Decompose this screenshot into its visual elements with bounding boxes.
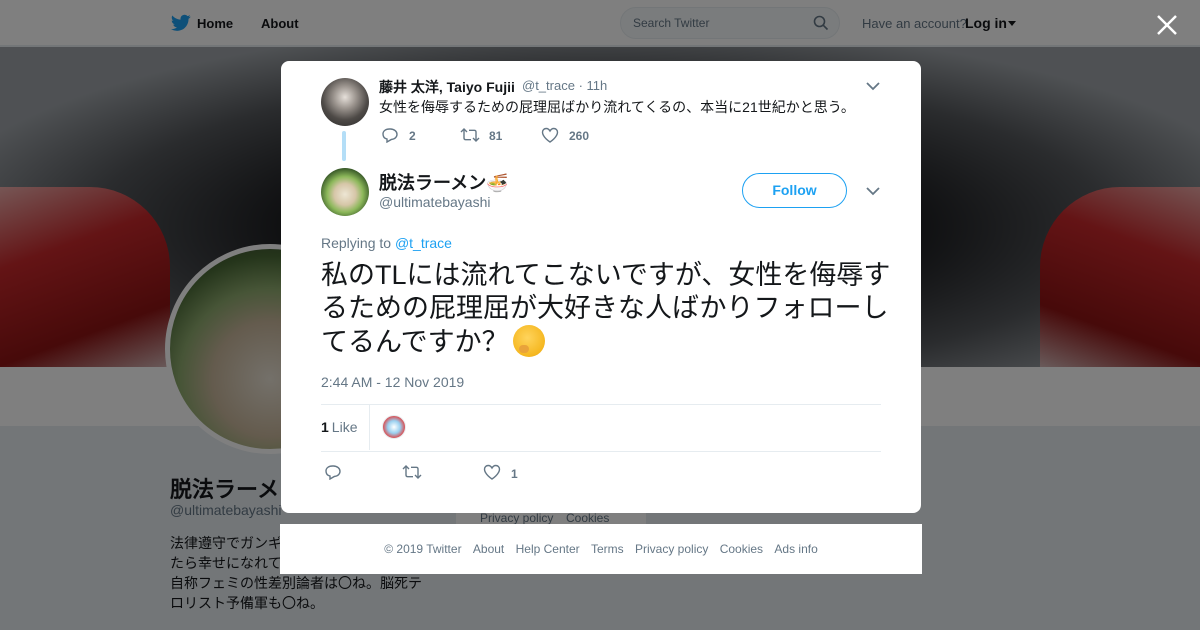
replying-to: Replying to @t_trace (321, 235, 452, 251)
parent-reply-count: 2 (409, 129, 416, 143)
heart-icon (483, 464, 501, 480)
main-tweet-handle[interactable]: @ultimatebayashi (379, 194, 491, 210)
chevron-down-icon[interactable] (866, 81, 880, 91)
parent-retweet-count: 81 (489, 129, 503, 143)
parent-tweet-text: 女性を侮辱するための屁理屈ばかり流れてくるの、本当に21世紀かと思う。 (379, 99, 855, 115)
parent-retweet-action[interactable]: 81 (460, 128, 520, 144)
retweet-icon (402, 465, 422, 479)
footer-privacy-link[interactable]: Privacy policy (635, 542, 708, 556)
likes-label: Like (331, 419, 358, 435)
footer-links: © 2019 Twitter About Help Center Terms P… (280, 542, 922, 556)
like-button[interactable]: 1 (483, 464, 533, 482)
divider (321, 404, 881, 405)
modal-footer: © 2019 Twitter About Help Center Terms P… (280, 524, 922, 574)
parent-tweet-handle[interactable]: @t_trace (522, 78, 575, 93)
like-count: 1 (511, 467, 518, 481)
parent-tweet-meta: @t_trace · 11h (522, 78, 607, 93)
replying-prefix: Replying to (321, 235, 392, 251)
copyright-text: © 2019 Twitter (384, 542, 462, 556)
footer-terms-link[interactable]: Terms (591, 542, 624, 556)
parent-reply-action[interactable]: 2 (381, 128, 421, 144)
close-icon[interactable] (1154, 12, 1180, 38)
thinking-emoji-icon (512, 325, 545, 357)
likes-count: 1 (321, 419, 329, 435)
retweet-icon (460, 128, 480, 142)
retweet-button[interactable] (402, 464, 432, 482)
tweet-timestamp[interactable]: 2:44 AM - 12 Nov 2019 (321, 374, 464, 390)
main-tweet-text-block: 私のTLには流れてこないですが、女性を侮辱するための屁理屈が大好きな人ばかりフォ… (321, 259, 891, 359)
divider (321, 451, 881, 452)
reply-button[interactable] (324, 464, 354, 482)
footer-about-link[interactable]: About (473, 542, 504, 556)
thread-connector (342, 131, 346, 161)
liker-avatar[interactable] (382, 415, 406, 439)
main-tweet-text: 私のTLには流れてこないですが、女性を侮辱するための屁理屈が大好きな人ばかりフォ… (321, 260, 891, 357)
chevron-down-icon[interactable] (866, 186, 880, 196)
follow-button[interactable]: Follow (742, 173, 847, 208)
footer-cookies-link[interactable]: Cookies (720, 542, 763, 556)
parent-tweet-name[interactable]: 藤井 太洋, Taiyo Fujii (379, 77, 515, 97)
main-tweet-name[interactable]: 脱法ラーメン🍜 (379, 169, 509, 195)
parent-like-count: 260 (569, 129, 590, 143)
heart-icon (541, 127, 559, 143)
footer-help-center-link[interactable]: Help Center (516, 542, 580, 556)
main-tweet-avatar[interactable] (321, 168, 369, 216)
reply-icon (325, 465, 341, 480)
likes-summary[interactable]: 1 Like (321, 419, 357, 435)
parent-tweet-time[interactable]: · 11h (579, 78, 608, 93)
replying-mention-link[interactable]: @t_trace (395, 235, 452, 251)
divider (369, 404, 370, 450)
tweet-modal: 藤井 太洋, Taiyo Fujii @t_trace · 11h 女性を侮辱す… (281, 61, 921, 513)
parent-tweet-avatar[interactable] (321, 78, 369, 126)
reply-icon (382, 128, 398, 143)
parent-like-action[interactable]: 260 (541, 127, 611, 144)
footer-ads-info-link[interactable]: Ads info (774, 542, 817, 556)
